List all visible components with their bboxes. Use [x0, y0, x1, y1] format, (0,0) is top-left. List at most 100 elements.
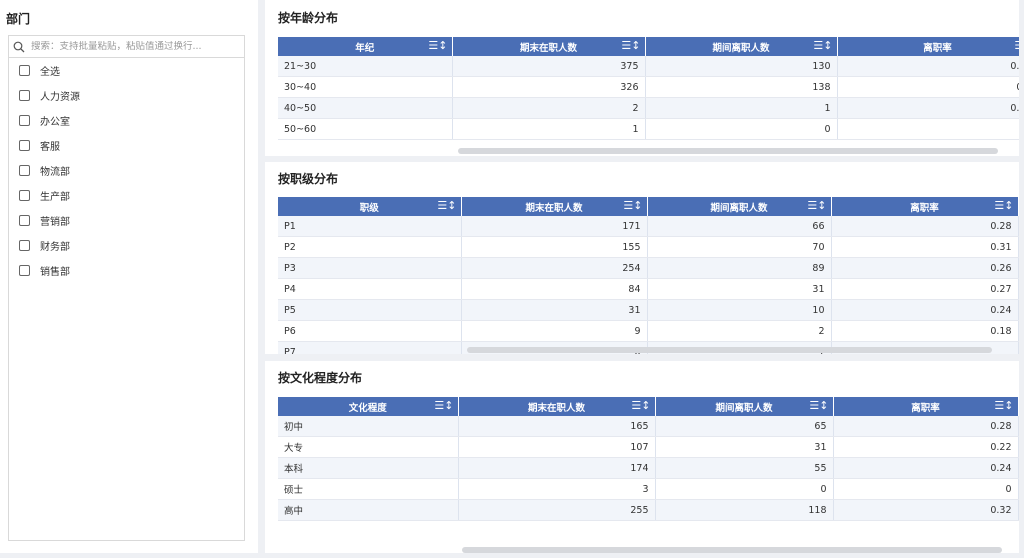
column-header[interactable]: 离职率 ☰↕ [831, 197, 1019, 216]
search-box[interactable] [9, 36, 244, 58]
table-cell: 硕士 [278, 478, 459, 500]
table-cell: 65 [655, 416, 834, 437]
table-cell: 0.18 [831, 320, 1019, 342]
table-cell: 31 [461, 299, 648, 321]
department-option[interactable]: 财务部 [9, 233, 244, 258]
department-option-label: 营销部 [40, 217, 70, 228]
column-header-label: 离职率 [923, 42, 952, 54]
horizontal-scrollbar[interactable] [458, 148, 998, 154]
column-header[interactable]: 职级 ☰↕ [278, 197, 462, 216]
table-cell: 89 [647, 257, 832, 279]
table-cell: 0.33 [837, 97, 1019, 119]
department-option-label: 物流部 [40, 167, 70, 178]
table-row: 硕士 3 0 0 [278, 478, 1019, 500]
table-row: P5 31 10 0.24 [278, 299, 1019, 321]
department-option-label: 生产部 [40, 192, 70, 203]
table-row: 50~60100 [278, 118, 1019, 140]
sort-icon[interactable]: ☰↕ [807, 199, 826, 212]
column-header[interactable]: 期间离职人数 ☰↕ [655, 397, 834, 416]
department-checkbox[interactable] [19, 140, 30, 151]
table-cell: 50~60 [278, 118, 453, 140]
column-header[interactable]: 离职率 ☰↕ [837, 37, 1019, 56]
column-header[interactable]: 年纪 ☰↕ [278, 37, 453, 56]
table-cell: 9 [461, 320, 648, 342]
department-option[interactable]: 全选 [9, 58, 244, 83]
sort-icon[interactable]: ☰↕ [623, 199, 642, 212]
column-header-label: 期末在职人数 [527, 402, 585, 414]
sort-icon[interactable]: ☰↕ [813, 39, 832, 52]
table-cell: 10 [647, 299, 832, 321]
table-cell: 高中 [278, 499, 459, 521]
horizontal-scrollbar[interactable] [467, 347, 992, 353]
table-cell: 0.28 [831, 216, 1019, 237]
column-header[interactable]: 期末在职人数 ☰↕ [452, 37, 646, 56]
table-cell: 0.22 [833, 436, 1019, 458]
department-option[interactable]: 营销部 [9, 208, 244, 233]
column-header[interactable]: 文化程度 ☰↕ [278, 397, 459, 416]
education-distribution-table: 文化程度 ☰↕ 期末在职人数 ☰↕ 期间离职人数 ☰↕ 离职率 ☰↕ 初中 165 65 0.28 大专… [278, 397, 1019, 521]
table-cell: 1 [645, 97, 838, 119]
department-option[interactable]: 生产部 [9, 183, 244, 208]
department-checkbox[interactable] [19, 115, 30, 126]
department-option[interactable]: 客服 [9, 133, 244, 158]
table-cell: 0.24 [831, 299, 1019, 321]
age-distribution-title: 按年龄分布 [278, 11, 339, 25]
department-option[interactable]: 人力资源 [9, 83, 244, 108]
table-cell: 118 [655, 499, 834, 521]
table-cell: 138 [645, 76, 838, 98]
sort-icon[interactable]: ☰↕ [809, 399, 828, 412]
department-option[interactable]: 办公室 [9, 108, 244, 133]
department-option-label: 销售部 [40, 267, 70, 278]
sort-icon[interactable]: ☰↕ [434, 399, 453, 412]
table-cell: 31 [647, 278, 832, 300]
table-row: 本科 174 55 0.24 [278, 457, 1019, 479]
department-checkbox[interactable] [19, 240, 30, 251]
sort-icon[interactable]: ☰↕ [1014, 39, 1019, 52]
department-checkbox[interactable] [19, 265, 30, 276]
table-cell: P5 [278, 299, 462, 321]
table-cell: 66 [647, 216, 832, 237]
column-header[interactable]: 期间离职人数 ☰↕ [645, 37, 838, 56]
department-filter-panel: 部门 全选人力资源办公室客服物流部生产部营销部财务部销售部 [0, 0, 258, 553]
table-cell: P2 [278, 236, 462, 258]
table-cell: 2 [647, 320, 832, 342]
sort-icon[interactable]: ☰↕ [631, 399, 650, 412]
table-cell: 0.31 [831, 236, 1019, 258]
search-icon [13, 41, 25, 52]
column-header[interactable]: 离职率 ☰↕ [833, 397, 1019, 416]
department-option-label: 人力资源 [40, 92, 80, 103]
table-cell: 40~50 [278, 97, 453, 119]
table-cell: P1 [278, 216, 462, 237]
table-cell: 171 [461, 216, 648, 237]
table-cell: 130 [645, 56, 838, 77]
table-cell: 155 [461, 236, 648, 258]
search-input[interactable] [31, 41, 231, 52]
table-cell: P4 [278, 278, 462, 300]
table-cell: 1 [452, 118, 646, 140]
department-checkbox[interactable] [19, 165, 30, 176]
horizontal-scrollbar[interactable] [462, 547, 1002, 553]
department-option[interactable]: 物流部 [9, 158, 244, 183]
table-cell: 107 [458, 436, 656, 458]
sort-icon[interactable]: ☰↕ [428, 39, 447, 52]
sort-icon[interactable]: ☰↕ [437, 199, 456, 212]
table-cell: 0.28 [833, 416, 1019, 437]
sort-icon[interactable]: ☰↕ [994, 399, 1013, 412]
department-option[interactable]: 销售部 [9, 258, 244, 283]
department-checkbox[interactable] [19, 90, 30, 101]
sort-icon[interactable]: ☰↕ [621, 39, 640, 52]
sort-icon[interactable]: ☰↕ [994, 199, 1013, 212]
department-checkbox-list: 全选人力资源办公室 客服物流部生产部营销部财务部销售部 [9, 58, 244, 283]
table-row: 高中 255 118 0.32 [278, 499, 1019, 521]
table-row: P1 171 66 0.28 [278, 216, 1019, 237]
department-checkbox[interactable] [19, 215, 30, 226]
table-cell: P7 [278, 341, 462, 354]
column-header[interactable]: 期间离职人数 ☰↕ [647, 197, 832, 216]
column-header[interactable]: 期末在职人数 ☰↕ [461, 197, 648, 216]
column-header[interactable]: 期末在职人数 ☰↕ [458, 397, 656, 416]
table-row: P3 254 89 0.26 [278, 257, 1019, 279]
column-header-label: 期末在职人数 [525, 202, 583, 214]
department-checkbox[interactable] [19, 65, 30, 76]
department-checkbox[interactable] [19, 190, 30, 201]
table-row: P6 9 2 0.18 [278, 320, 1019, 342]
